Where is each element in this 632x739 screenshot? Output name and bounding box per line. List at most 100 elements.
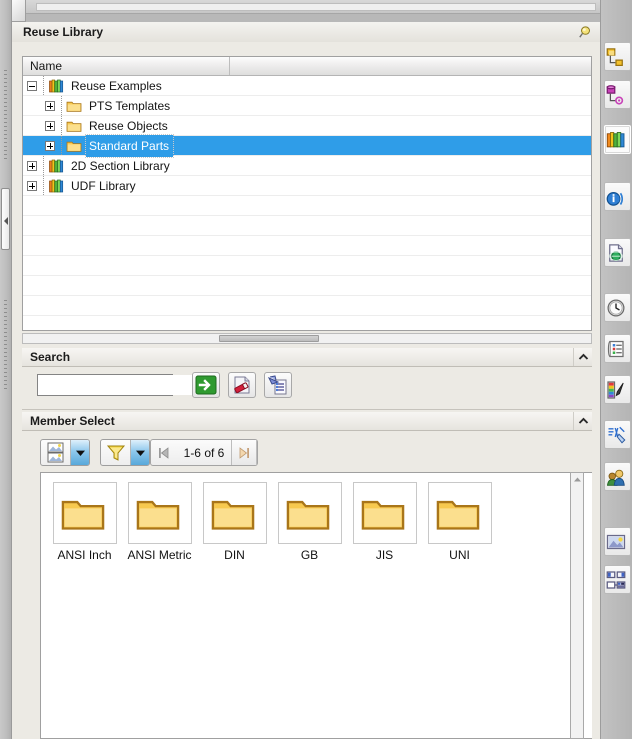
left-edge-grip-lower <box>4 300 7 390</box>
appearance-icon <box>608 426 625 444</box>
tree-row-content: Reuse Objects <box>23 115 172 137</box>
tree-empty-row <box>23 236 591 256</box>
folder-icon <box>211 500 254 530</box>
tree-row[interactable]: Reuse Objects <box>23 115 591 137</box>
library-icon <box>606 131 624 147</box>
view-mode-split-button[interactable] <box>40 439 90 466</box>
member-tile-label: UNI <box>449 548 470 562</box>
member-tile[interactable]: ANSI Inch <box>47 482 122 562</box>
prev-page-icon[interactable] <box>151 440 177 465</box>
rail-button-appearance[interactable] <box>604 420 631 449</box>
expand-icon[interactable] <box>27 160 37 171</box>
expand-icon[interactable] <box>45 100 55 111</box>
tree-row-label: UDF Library <box>71 178 136 193</box>
tree-row-label: 2D Section Library <box>71 158 170 173</box>
tree-empty-row <box>23 216 591 236</box>
left-edge-collapse-tab[interactable] <box>1 188 10 250</box>
member-tile-thumbnail[interactable] <box>427 482 492 544</box>
folder-icon <box>436 500 479 530</box>
search-section-header[interactable]: Search <box>22 348 592 367</box>
member-select-list[interactable]: ANSI Inch ANSI Metric DIN GB JIS UNI <box>40 472 592 739</box>
member-tile-thumbnail[interactable] <box>277 482 342 544</box>
member-tile[interactable]: UNI <box>422 482 497 562</box>
collapse-icon[interactable] <box>27 80 37 91</box>
left-edge-strip <box>0 0 12 739</box>
tree-empty-row <box>23 196 591 216</box>
expand-icon[interactable] <box>45 140 55 151</box>
member-tile[interactable]: ANSI Metric <box>122 482 197 562</box>
view-mode-dropdown-icon[interactable] <box>70 440 89 465</box>
advanced-search-button[interactable] <box>264 372 292 398</box>
info-broadcast-icon <box>606 191 623 206</box>
member-tile-thumbnail[interactable] <box>52 482 117 544</box>
member-select-section-header[interactable]: Member Select <box>22 412 592 431</box>
tree-empty-row <box>23 256 591 276</box>
tree-row-content: Reuse Examples <box>23 75 166 97</box>
member-pagination: 1-6 of 6 <box>150 439 258 466</box>
tree-row-label: Reuse Examples <box>71 78 162 93</box>
rail-button-history-clock[interactable] <box>604 293 631 322</box>
member-tile-label: ANSI Inch <box>57 548 112 562</box>
tree-body: Reuse Examples PTS Templates Reuse Objects… <box>23 75 591 336</box>
chevron-up-icon[interactable] <box>573 348 592 366</box>
tree-row[interactable]: Reuse Examples <box>23 75 591 97</box>
member-tile[interactable]: DIN <box>197 482 272 562</box>
tree-row[interactable]: PTS Templates <box>23 95 591 117</box>
member-count-label: 1-6 of 6 <box>183 445 225 460</box>
web-document-icon <box>608 243 623 262</box>
column-header-blank[interactable] <box>230 57 591 75</box>
rail-button-model-tree[interactable] <box>604 42 631 71</box>
folder-icon <box>66 121 82 132</box>
color-palette-icon <box>606 380 624 399</box>
column-header-name[interactable]: Name <box>23 57 230 75</box>
history-clock-icon <box>606 298 625 317</box>
expand-icon[interactable] <box>27 180 37 191</box>
pin-icon[interactable] <box>576 24 594 40</box>
filter-split-button[interactable] <box>100 439 150 466</box>
tree-row[interactable]: 2D Section Library <box>23 155 591 176</box>
tree-row[interactable]: UDF Library <box>23 175 591 196</box>
legend-list-icon <box>607 340 624 357</box>
rail-button-layer-tree[interactable] <box>604 80 631 109</box>
rail-button-color-palette[interactable] <box>604 375 631 404</box>
search-combobox[interactable] <box>37 374 215 396</box>
thumbnail-view-icon[interactable] <box>41 440 70 465</box>
rail-button-info-broadcast[interactable] <box>604 182 631 211</box>
rail-button-layout[interactable] <box>604 565 631 594</box>
member-tile[interactable]: GB <box>272 482 347 562</box>
next-page-icon[interactable] <box>231 440 257 465</box>
users-icon <box>606 469 625 486</box>
clear-search-button[interactable] <box>228 372 256 398</box>
filter-dropdown-icon[interactable] <box>130 440 149 465</box>
tree-row-content: PTS Templates <box>23 95 174 117</box>
member-tile-label: ANSI Metric <box>127 548 192 562</box>
tree-row-label: PTS Templates <box>89 98 171 113</box>
rail-button-legend-list[interactable] <box>604 334 631 363</box>
tree-row[interactable]: Standard Parts <box>23 133 591 158</box>
rail-button-library[interactable] <box>604 125 631 154</box>
member-tile-thumbnail[interactable] <box>352 482 417 544</box>
member-tile-thumbnail[interactable] <box>202 482 267 544</box>
tree-horizontal-scrollbar[interactable] <box>22 333 592 344</box>
rail-button-users[interactable] <box>604 462 631 491</box>
tree-guide-line <box>57 95 66 116</box>
rail-button-web-document[interactable] <box>604 238 631 267</box>
expand-icon[interactable] <box>45 120 55 131</box>
member-list-vertical-scrollbar[interactable] <box>570 472 584 739</box>
panel-title-bar: Reuse Library <box>12 22 600 42</box>
search-input[interactable] <box>38 375 196 395</box>
member-tile-label: DIN <box>224 548 245 562</box>
search-go-button[interactable] <box>192 372 220 398</box>
tree-empty-row <box>23 276 591 296</box>
top-strip <box>12 0 600 14</box>
member-select-body: 1-6 of 6 ANSI Inch ANSI Metric DIN GB JIS UNI <box>22 433 592 739</box>
chevron-up-icon[interactable] <box>573 412 592 430</box>
funnel-filter-icon[interactable] <box>101 440 130 465</box>
tree-hscroll-thumb[interactable] <box>219 335 319 342</box>
member-tile-thumbnail[interactable] <box>127 482 192 544</box>
member-select-toolbar: 1-6 of 6 <box>22 433 592 471</box>
scroll-up-icon[interactable] <box>571 473 583 486</box>
member-tile[interactable]: JIS <box>347 482 422 562</box>
reuse-library-tree[interactable]: Name Reuse Examples PTS Templates Reuse Ob… <box>22 56 592 336</box>
rail-button-image[interactable] <box>604 527 631 556</box>
